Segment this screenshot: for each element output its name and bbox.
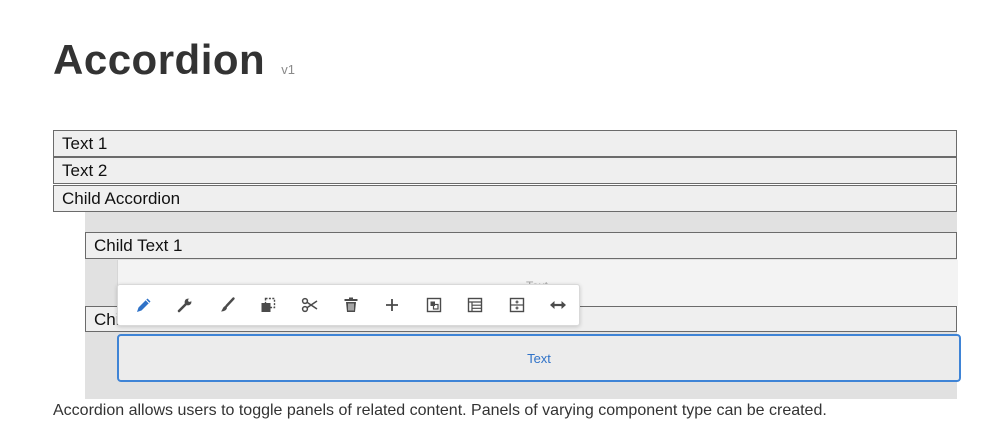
layout-icon [468, 297, 483, 313]
accordion-description: Accordion allows users to toggle panels … [53, 402, 827, 419]
group-icon [509, 297, 524, 313]
accordion-panel-label: Child Accordion [62, 189, 181, 208]
page-header: Accordion v1 [53, 36, 295, 90]
edit-button[interactable] [123, 284, 164, 326]
layout-button[interactable] [455, 284, 496, 326]
resize-button[interactable] [538, 284, 579, 326]
group-button[interactable] [496, 284, 537, 326]
insert-icon [386, 299, 399, 311]
parent-button[interactable] [413, 284, 454, 326]
page-title: Accordion [53, 36, 266, 83]
cut-icon [301, 297, 317, 313]
configure-button[interactable] [164, 284, 205, 326]
child-panel-text-1[interactable]: Child Text 1 [85, 232, 957, 259]
delete-button[interactable] [330, 284, 371, 326]
child-panel-label: Child Text 1 [94, 236, 183, 255]
configure-icon [177, 298, 192, 313]
accordion-panel-label: Text 2 [62, 161, 108, 180]
edit-icon [136, 298, 151, 312]
selected-text-label: Text [527, 350, 551, 366]
version-label: v1 [281, 62, 295, 77]
resize-icon [550, 301, 567, 309]
accordion-panel-text-1[interactable]: Text 1 [53, 130, 957, 157]
accordion-panel-child-accordion[interactable]: Child Accordion [53, 185, 957, 212]
copy-button[interactable] [247, 284, 288, 326]
selected-text-component[interactable]: Text [117, 334, 961, 382]
style-icon [220, 297, 235, 312]
accordion-panel-text-2[interactable]: Text 2 [53, 157, 957, 184]
edit-toolbar [117, 284, 580, 326]
delete-icon [344, 297, 358, 312]
parent-icon [426, 297, 442, 313]
style-button[interactable] [206, 284, 247, 326]
child-panel-label: Chi [94, 310, 120, 329]
insert-button[interactable] [372, 284, 413, 326]
copy-icon [261, 297, 276, 312]
accordion-panel-label: Text 1 [62, 134, 108, 153]
cut-button[interactable] [289, 284, 330, 326]
